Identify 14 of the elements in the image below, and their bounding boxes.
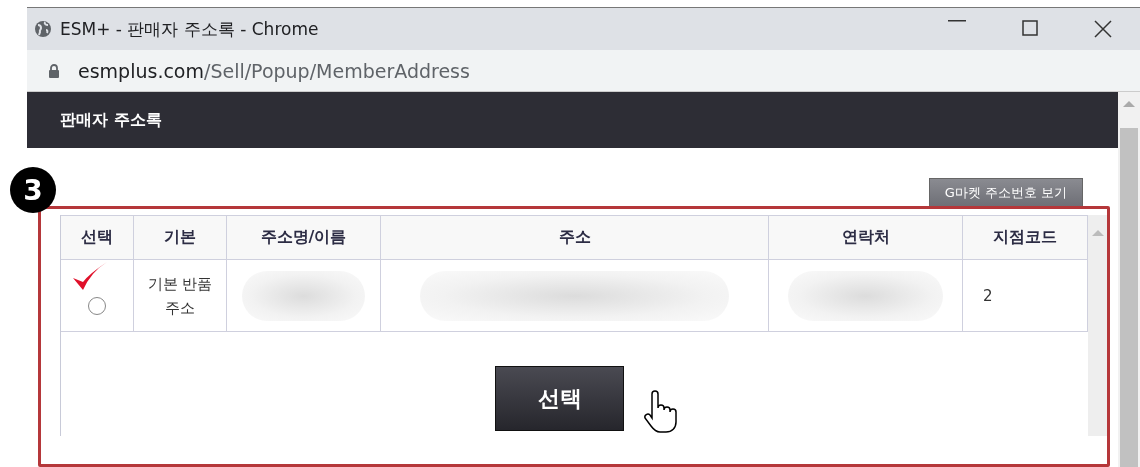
step-badge: 3 [10, 167, 56, 213]
column-header: 선택 [61, 215, 134, 260]
table-cell-text: 기본 반품 주소 [146, 273, 214, 319]
gmarket-address-button[interactable]: G마켓 주소번호 보기 [928, 178, 1083, 207]
select-button[interactable]: 선택 [495, 366, 624, 431]
column-header: 주소명/이름 [227, 215, 381, 260]
table-cell-text: 2 [983, 285, 993, 307]
column-header: 지점코드 [963, 215, 1088, 260]
column-header: 주소 [381, 215, 769, 260]
column-header: 연락처 [769, 215, 963, 260]
column-header: 기본 [134, 215, 227, 260]
url-text[interactable]: esmplus.com/Sell/Popup/MemberAddress [78, 59, 470, 82]
page-title: 판매자 주소록 [60, 109, 162, 131]
window-title: ESM+ - 판매자 주소록 - Chrome [60, 17, 320, 41]
